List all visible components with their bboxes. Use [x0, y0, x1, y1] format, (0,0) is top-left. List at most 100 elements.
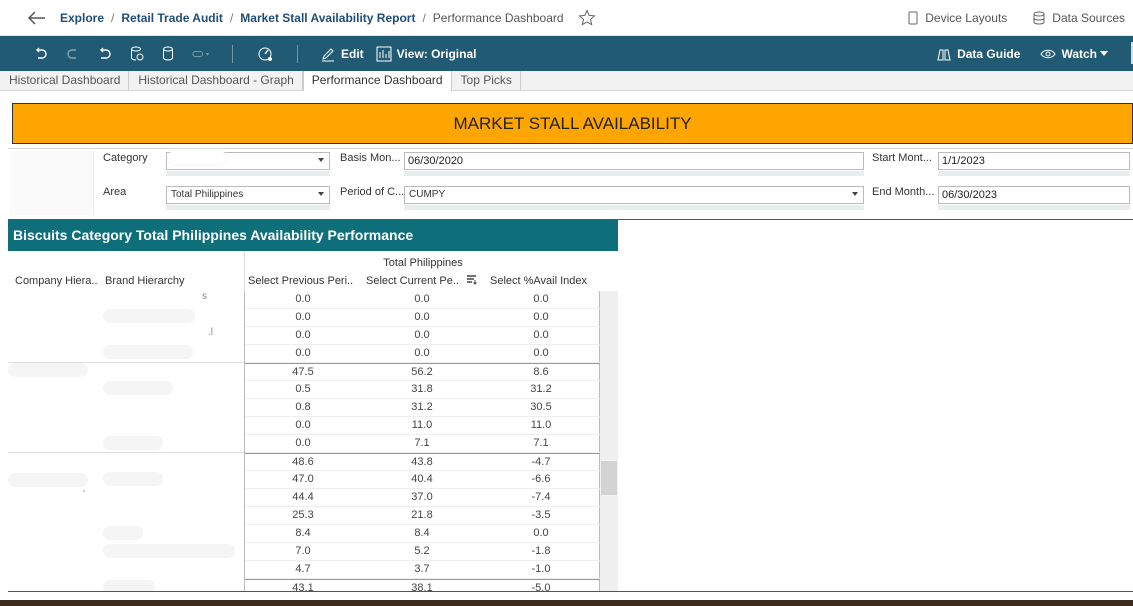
table-row[interactable]: 0.0 0.0 0.0 [245, 327, 601, 345]
dashboard-title: MARKET STALL AVAILABILITY [12, 103, 1133, 144]
area-filter-dropdown[interactable]: Total Philippines [166, 186, 330, 204]
table-row[interactable]: 0.5 31.8 31.2 [245, 381, 601, 399]
cell-current-period: 5.2 [414, 545, 430, 557]
column-header-current-period[interactable]: Select Current Pe.. [366, 275, 464, 287]
table-scrollbar[interactable] [600, 291, 618, 591]
tab-top-picks[interactable]: Top Picks [452, 71, 521, 90]
toolbar-separator [232, 44, 233, 63]
filter-underline [166, 205, 330, 210]
sort-icon[interactable] [464, 274, 480, 286]
breadcrumb-current: Performance Dashboard [432, 10, 564, 25]
undo-icon[interactable] [32, 45, 50, 63]
edit-label: Edit [341, 46, 364, 61]
cell-avail-index: -6.6 [531, 473, 551, 485]
cell-avail-index: 31.2 [530, 383, 552, 395]
table-row[interactable]: 0.0 0.0 0.0 [245, 291, 601, 309]
cell-avail-index: 0.0 [533, 311, 549, 323]
table-row[interactable]: 48.6 43.8 -4.7 [245, 453, 601, 471]
cell-current-period: 0.0 [414, 293, 430, 305]
redacted-brand-label [103, 381, 173, 395]
table-row[interactable]: 0.0 0.0 0.0 [245, 345, 601, 363]
cell-avail-index: 30.5 [530, 401, 552, 413]
data-sources-button[interactable]: Data Sources [1033, 11, 1125, 25]
table-row[interactable]: 25.3 21.8 -3.5 [245, 507, 601, 525]
column-header-previous-period[interactable]: Select Previous Peri.. [248, 275, 360, 287]
device-layouts-button[interactable]: Device Layouts [908, 11, 1007, 25]
basis-month-input[interactable]: 06/30/2020 [404, 152, 864, 170]
pause-updates-icon[interactable] [160, 45, 178, 63]
tab-performance-dashboard[interactable]: Performance Dashboard [302, 71, 452, 91]
breadcrumb-explore[interactable]: Explore [60, 11, 104, 25]
cell-avail-index: 7.1 [533, 437, 549, 449]
area-filter-value: Total Philippines [171, 189, 244, 200]
cell-avail-index: -1.8 [531, 545, 551, 557]
table-row[interactable]: 0.0 0.0 0.0 [245, 309, 601, 327]
eye-icon [1040, 49, 1057, 58]
table-row[interactable]: 8.4 8.4 0.0 [245, 525, 601, 543]
group-header-total-philippines: Total Philippines [383, 257, 463, 269]
row-labels-pane: s .l ' [8, 291, 244, 591]
table-row[interactable]: 43.1 38.1 -5.0 [245, 579, 601, 591]
cell-previous-period: 0.0 [295, 293, 311, 305]
cell-current-period: 43.8 [411, 456, 433, 468]
table-row[interactable]: 0.8 31.2 30.5 [245, 399, 601, 417]
end-month-input[interactable]: 06/30/2023 [938, 186, 1130, 204]
cell-previous-period: 47.0 [292, 473, 314, 485]
table-row[interactable]: 0.0 11.0 11.0 [245, 417, 601, 435]
filter-underline [404, 171, 864, 176]
column-header-avail-index[interactable]: Select %Avail Index [490, 275, 602, 287]
column-header-company[interactable]: Company Hiera.. [15, 275, 103, 287]
refresh-data-icon[interactable] [128, 45, 146, 63]
cell-current-period: 31.2 [411, 401, 433, 413]
cell-avail-index: 8.6 [533, 366, 549, 378]
edit-button[interactable]: Edit [320, 46, 364, 62]
breadcrumb-report[interactable]: Market Stall Availability Report [240, 11, 415, 25]
row-label-fragment: s [202, 291, 207, 302]
cell-previous-period: 7.0 [295, 545, 311, 557]
table-row[interactable]: 44.4 37.0 -7.4 [245, 489, 601, 507]
table-row[interactable]: 0.0 7.1 7.1 [245, 435, 601, 453]
favorite-star-icon[interactable] [577, 8, 596, 27]
data-guide-button[interactable]: Data Guide [936, 46, 1020, 62]
cell-current-period: 31.8 [411, 383, 433, 395]
cell-avail-index: 0.0 [533, 293, 549, 305]
cell-current-period: 3.7 [414, 563, 430, 575]
device-layouts-label: Device Layouts [925, 11, 1008, 25]
breadcrumb-retail-trade-audit[interactable]: Retail Trade Audit [121, 11, 223, 25]
dashboard-canvas: MARKET STALL AVAILABILITY Category Area … [0, 91, 1133, 601]
category-filter-label: Category [103, 152, 148, 164]
area-filter-label: Area [103, 186, 127, 198]
view-original-button[interactable]: View: Original [376, 46, 477, 62]
watch-button[interactable]: Watch [1040, 47, 1113, 61]
table-row[interactable]: 47.0 40.4 -6.6 [245, 471, 601, 489]
redo-icon[interactable] [64, 45, 82, 63]
tab-historical-dashboard[interactable]: Historical Dashboard [0, 71, 130, 90]
cell-previous-period: 25.3 [292, 509, 314, 521]
table-header: Company Hiera.. Brand Hierarchy Total Ph… [8, 251, 618, 291]
cell-avail-index: 11.0 [530, 419, 552, 431]
cell-current-period: 8.4 [414, 527, 430, 539]
cell-current-period: 56.2 [411, 366, 433, 378]
column-header-brand[interactable]: Brand Hierarchy [105, 275, 235, 287]
metrics-icon[interactable] [257, 45, 275, 63]
filter-underline [166, 171, 330, 176]
row-label-fragment: ' [83, 489, 85, 500]
cell-current-period: 37.0 [411, 491, 433, 503]
toolbar: Edit View: Original Data Guide Watch [0, 36, 1133, 71]
revert-icon[interactable] [96, 45, 114, 63]
cell-previous-period: 4.7 [295, 563, 311, 575]
table-row[interactable]: 47.5 56.2 8.6 [245, 363, 601, 381]
replay-animation-icon[interactable] [192, 45, 210, 63]
redacted-brand-label [103, 544, 235, 558]
table-row[interactable]: 4.7 3.7 -1.0 [245, 561, 601, 579]
view-original-label: View: Original [396, 46, 477, 61]
cell-current-period: 0.0 [414, 311, 430, 323]
tab-historical-dashboard-graph[interactable]: Historical Dashboard - Graph [129, 71, 303, 90]
period-dropdown[interactable]: CUMPY [404, 186, 864, 204]
scrollbar-thumb[interactable] [601, 461, 617, 495]
cell-avail-index: 0.0 [533, 527, 549, 539]
start-month-input[interactable]: 1/1/2023 [938, 152, 1130, 170]
table-row[interactable]: 7.0 5.2 -1.8 [245, 543, 601, 561]
redacted-brand-label [103, 436, 163, 450]
back-arrow-icon[interactable] [28, 10, 46, 25]
